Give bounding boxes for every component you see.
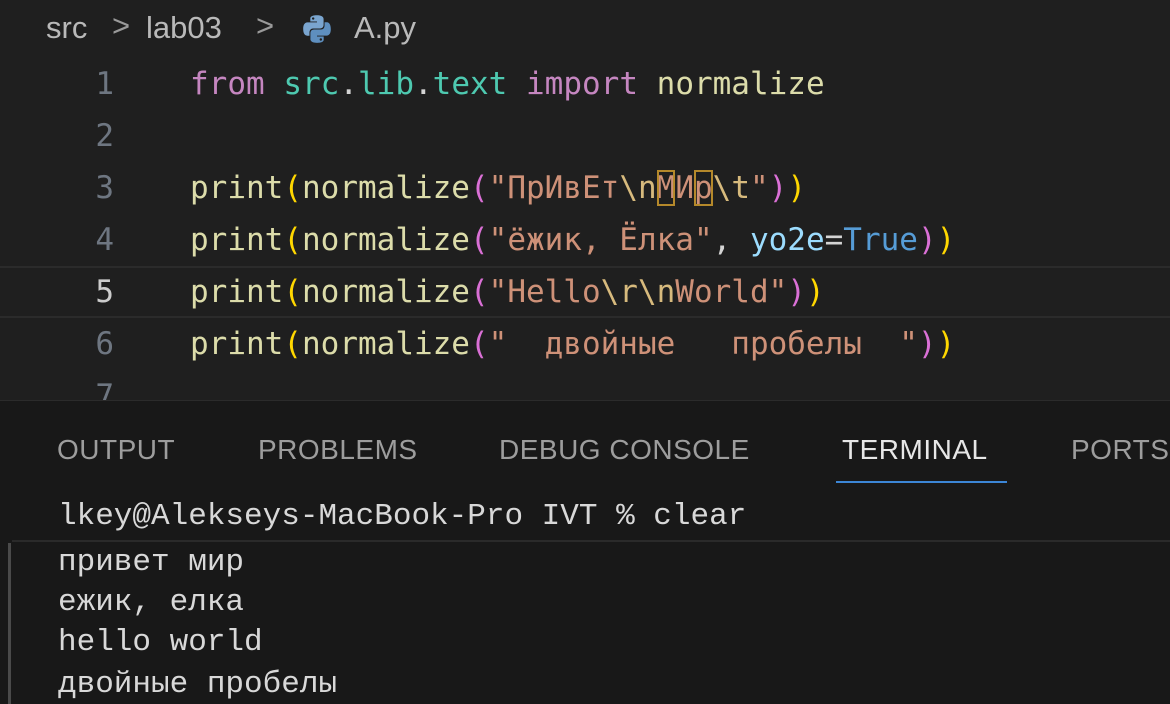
function-name: print xyxy=(190,274,284,310)
code-text: print(normalize("ёжик, Ёлка", yo2e=True)… xyxy=(190,214,955,266)
escape-sequence: \t xyxy=(712,170,750,206)
terminal-output-line: привет мир xyxy=(58,545,245,580)
code-line[interactable]: 6 print(normalize(" двойные пробелы ")) xyxy=(0,318,1170,370)
tab-problems[interactable]: PROBLEMS xyxy=(258,434,418,466)
line-number: 5 xyxy=(95,274,114,310)
function-name: print xyxy=(190,170,284,206)
paren: ( xyxy=(469,274,489,310)
paren: ) xyxy=(917,326,937,362)
keyword: from xyxy=(190,66,265,102)
paren: ) xyxy=(936,326,956,362)
function-name: print xyxy=(190,326,284,362)
tab-terminal[interactable]: TERMINAL xyxy=(842,434,988,466)
module-name: text xyxy=(432,66,508,102)
code-editor[interactable]: 1 from src.lib.text import normalize 2 3… xyxy=(0,58,1170,400)
highlighted-char: р xyxy=(693,170,713,206)
tab-output[interactable]: OUTPUT xyxy=(57,434,175,466)
function-name: normalize xyxy=(302,222,470,258)
highlighted-char: М xyxy=(656,170,676,206)
module-name: src xyxy=(283,66,340,102)
string-literal: World" xyxy=(675,274,788,310)
code-text: print(normalize("ПрИвЕт\nМИр\t")) xyxy=(190,162,806,214)
code-line[interactable]: 4 print(normalize("ёжик, Ёлка", yo2e=Tru… xyxy=(0,214,1170,266)
paren: ( xyxy=(283,274,302,310)
string-literal: И xyxy=(675,170,694,206)
escape-sequence: \n xyxy=(637,274,676,310)
operator: = xyxy=(824,222,844,258)
code-line[interactable]: 3 print(normalize("ПрИвЕт\nМИр\t")) xyxy=(0,162,1170,214)
function-name: normalize xyxy=(302,170,470,206)
breadcrumb-separator: > xyxy=(112,8,131,43)
line-number: 2 xyxy=(95,118,114,154)
breadcrumb-separator: > xyxy=(256,8,275,43)
dot: . xyxy=(414,66,433,102)
string-literal: "ПрИвЕт xyxy=(488,170,620,206)
tab-ports[interactable]: PORTS xyxy=(1071,434,1169,466)
terminal-output-line: двойные пробелы xyxy=(58,667,338,702)
line-number: 3 xyxy=(95,170,114,206)
code-text: print(normalize("Hello\r\nWorld")) xyxy=(190,268,825,316)
panel-tabs: OUTPUT PROBLEMS DEBUG CONSOLE TERMINAL P… xyxy=(0,401,1170,487)
escape-sequence: \n xyxy=(619,170,657,206)
paren: ) xyxy=(768,170,788,206)
function-name: normalize xyxy=(302,274,470,310)
comma: , xyxy=(712,222,750,258)
constant: True xyxy=(843,222,918,258)
paren: ( xyxy=(469,222,489,258)
code-line[interactable]: 2 xyxy=(0,110,1170,162)
module-name: lib xyxy=(358,66,414,102)
line-number: 6 xyxy=(95,326,114,362)
string-literal: "ёжик, Ёлка" xyxy=(488,222,713,258)
breadcrumb: src > lab03 > A.py xyxy=(0,0,1170,58)
paren: ) xyxy=(917,222,937,258)
keyword-argument: yo2e xyxy=(749,222,825,258)
paren: ( xyxy=(469,170,489,206)
paren: ) xyxy=(787,170,806,206)
string-literal: " xyxy=(749,170,769,206)
python-icon xyxy=(303,15,331,43)
function-name: normalize xyxy=(302,326,470,362)
code-line[interactable]: 7 xyxy=(0,370,1170,400)
paren: ) xyxy=(805,274,825,310)
function-name: print xyxy=(190,222,284,258)
bottom-panel: OUTPUT PROBLEMS DEBUG CONSOLE TERMINAL P… xyxy=(0,400,1170,704)
paren: ( xyxy=(283,326,302,362)
breadcrumb-item-lab03[interactable]: lab03 xyxy=(146,10,222,46)
paren: ( xyxy=(283,222,302,258)
code-text: print(normalize(" двойные пробелы ")) xyxy=(190,318,955,370)
paren: ( xyxy=(283,170,302,206)
escape-sequence: \r xyxy=(600,274,638,310)
dot: . xyxy=(339,66,358,102)
paren: ( xyxy=(469,326,489,362)
paren: ) xyxy=(787,274,806,310)
function-name: normalize xyxy=(656,66,825,102)
terminal-output-line: hello world xyxy=(58,625,263,660)
string-literal: "Hello xyxy=(488,274,601,310)
paren: ) xyxy=(936,222,956,258)
terminal-output-line: ежик, елка xyxy=(58,585,245,620)
code-line-active[interactable]: 5 print(normalize("Hello\r\nWorld")) xyxy=(0,266,1170,318)
line-number: 1 xyxy=(95,66,114,102)
code-text: from src.lib.text import normalize xyxy=(190,58,825,110)
terminal-divider xyxy=(12,540,1170,542)
breadcrumb-item-file[interactable]: A.py xyxy=(354,10,416,46)
active-tab-indicator xyxy=(836,481,1007,483)
code-line[interactable]: 1 from src.lib.text import normalize xyxy=(0,58,1170,110)
breadcrumb-item-src[interactable]: src xyxy=(46,10,87,46)
terminal-command-gutter xyxy=(8,543,11,704)
terminal-prompt: lkey@Alekseys-MacBook-Pro IVT % clear xyxy=(58,499,747,534)
tab-debug-console[interactable]: DEBUG CONSOLE xyxy=(499,434,750,466)
keyword: import xyxy=(526,66,638,102)
string-literal: " двойные пробелы " xyxy=(488,326,918,362)
line-number: 7 xyxy=(95,378,114,400)
line-number: 4 xyxy=(95,222,114,258)
